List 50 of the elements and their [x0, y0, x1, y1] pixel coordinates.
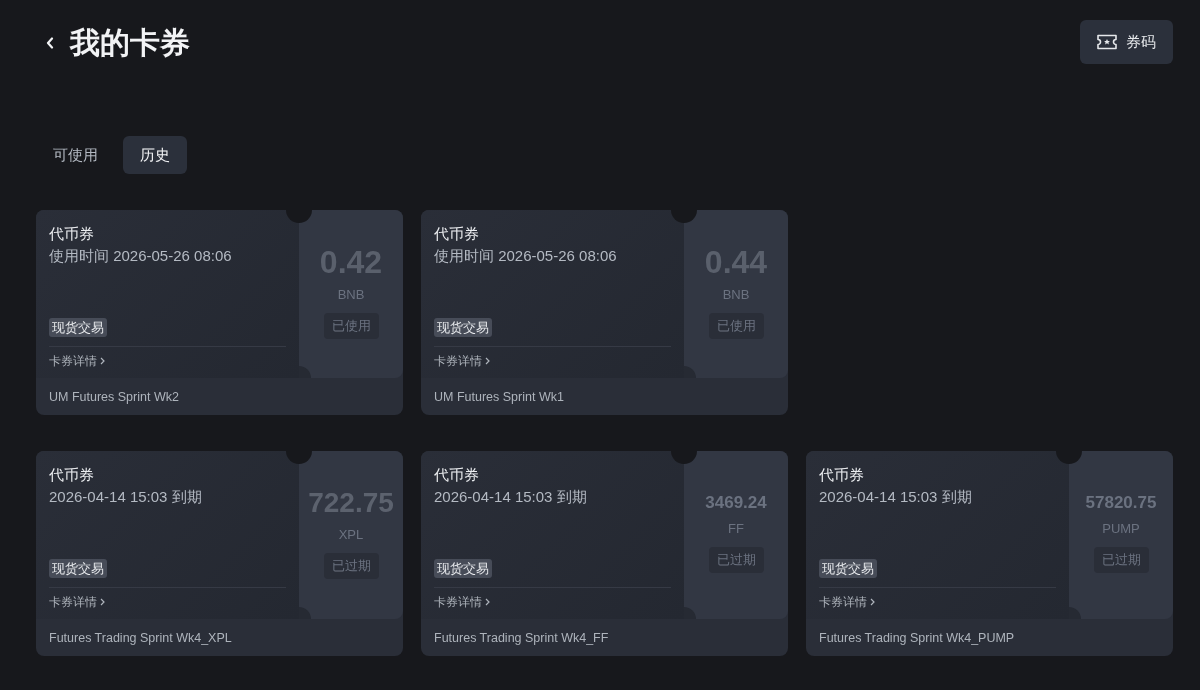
coupon-type: 代币券: [49, 224, 95, 244]
status-badge: 已使用: [708, 313, 764, 339]
coupon-name: Futures Trading Sprint Wk4_PUMP: [819, 629, 1015, 647]
coupon-name: UM Futures Sprint Wk1: [434, 388, 564, 406]
ticket-icon: [1097, 34, 1117, 50]
coupon-time: 使用时间 2026-05-26 08:06: [49, 246, 233, 266]
coupon-unit: XPL: [338, 526, 364, 544]
coupon-name: Futures Trading Sprint Wk4_XPL: [49, 629, 232, 647]
coupon-type: 代币券: [434, 465, 480, 485]
chevron-right-icon: [100, 357, 105, 365]
coupon-time: 使用时间 2026-05-26 08:06: [434, 246, 618, 266]
coupon-unit: PUMP: [1102, 520, 1140, 538]
coupon-name: Futures Trading Sprint Wk4_FF: [434, 629, 609, 647]
tab[interactable]: 可使用: [36, 136, 115, 174]
chevron-right-icon: [100, 598, 105, 606]
details-link[interactable]: 卡券详情: [49, 593, 105, 611]
status-badge: 已过期: [1093, 547, 1149, 573]
coupon-name: UM Futures Sprint Wk2: [49, 388, 179, 406]
coupon-amount: 57820.75: [1085, 492, 1157, 514]
coupon-card[interactable]: 代币券 2026-04-14 15:03 到期 现货交易 卡券详情 57820.75 PUMP 已过期 Futures Trading Sprint Wk4_PUMP: [806, 451, 1173, 656]
coupon-time: 2026-04-14 15:03 到期: [49, 487, 203, 507]
chevron-left-icon: [46, 36, 54, 49]
coupon-tag: 现货交易: [49, 318, 107, 337]
coupon-tag: 现货交易: [434, 318, 492, 337]
page-title: 我的卡券: [70, 24, 190, 61]
details-link[interactable]: 卡券详情: [819, 593, 875, 611]
coupon-unit: FF: [728, 520, 744, 538]
details-link[interactable]: 卡券详情: [434, 352, 490, 370]
chevron-right-icon: [485, 598, 490, 606]
coupon-type: 代币券: [434, 224, 480, 244]
coupon-type: 代币券: [819, 465, 865, 485]
coupon-card[interactable]: 代币券 2026-04-14 15:03 到期 现货交易 卡券详情 3469.24 FF 已过期 Futures Trading Sprint Wk4_FF: [421, 451, 788, 656]
coupon-type: 代币券: [49, 465, 95, 485]
coupon-time: 2026-04-14 15:03 到期: [819, 487, 973, 507]
coupon-unit: BNB: [337, 286, 365, 304]
coupon-tag: 现货交易: [49, 559, 107, 578]
coupon-unit: BNB: [722, 286, 750, 304]
tab[interactable]: 历史: [123, 136, 187, 174]
coupon-time: 2026-04-14 15:03 到期: [434, 487, 588, 507]
details-link[interactable]: 卡券详情: [434, 593, 490, 611]
details-link[interactable]: 卡券详情: [49, 352, 105, 370]
coupon-amount: 3469.24: [705, 492, 767, 514]
chevron-right-icon: [870, 598, 875, 606]
coupon-tag: 现货交易: [819, 559, 877, 578]
status-badge: 已过期: [708, 547, 764, 573]
status-badge: 已过期: [323, 553, 379, 579]
status-badge: 已使用: [323, 313, 379, 339]
chevron-right-icon: [485, 357, 490, 365]
coupon-code-button[interactable]: 券码: [1080, 20, 1173, 64]
coupon-tag: 现货交易: [434, 559, 492, 578]
